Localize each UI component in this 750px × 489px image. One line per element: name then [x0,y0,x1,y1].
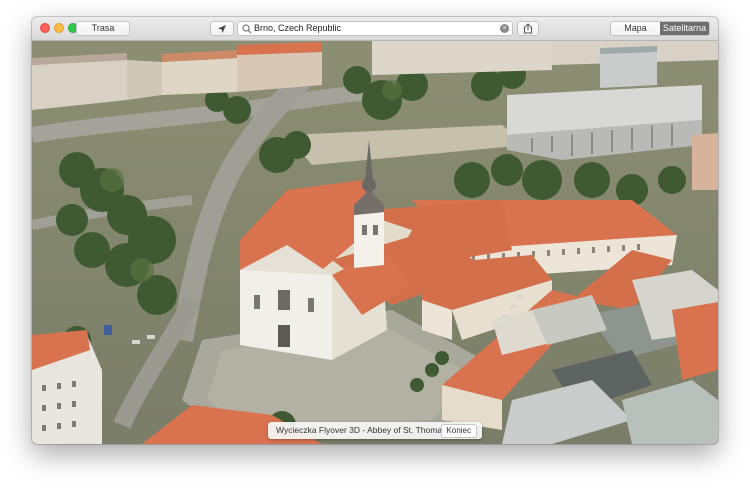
view-mode-control: Mapa Satelitarna [610,21,710,36]
close-window-button[interactable] [40,23,50,33]
end-flyover-button[interactable]: Koniec [440,424,477,438]
search-input[interactable]: Brno, Czech Republic [254,22,341,35]
flyover-tour-label: Wycieczka Flyover 3D - Abbey of St. Thom… [276,425,447,435]
clear-icon[interactable]: × [500,24,509,33]
toolbar: Trasa Brno, Czech Republic × Mapa Sateli… [32,17,718,41]
search-field[interactable]: Brno, Czech Republic × [237,21,513,36]
satellite-3d-map[interactable] [32,40,718,444]
flyover-tour-bar: Wycieczka Flyover 3D - Abbey of St. Thom… [268,422,482,439]
current-location-button[interactable] [210,21,234,36]
location-arrow-icon [218,25,226,33]
share-icon [524,23,532,34]
satellite-view-tab[interactable]: Satelitarna [660,22,709,35]
share-button[interactable] [517,21,539,36]
map-view-tab[interactable]: Mapa [611,22,660,35]
route-button[interactable]: Trasa [76,21,130,36]
search-icon [242,24,252,34]
maps-window: Trasa Brno, Czech Republic × Mapa Sateli… [32,17,718,444]
minimize-window-button[interactable] [54,23,64,33]
